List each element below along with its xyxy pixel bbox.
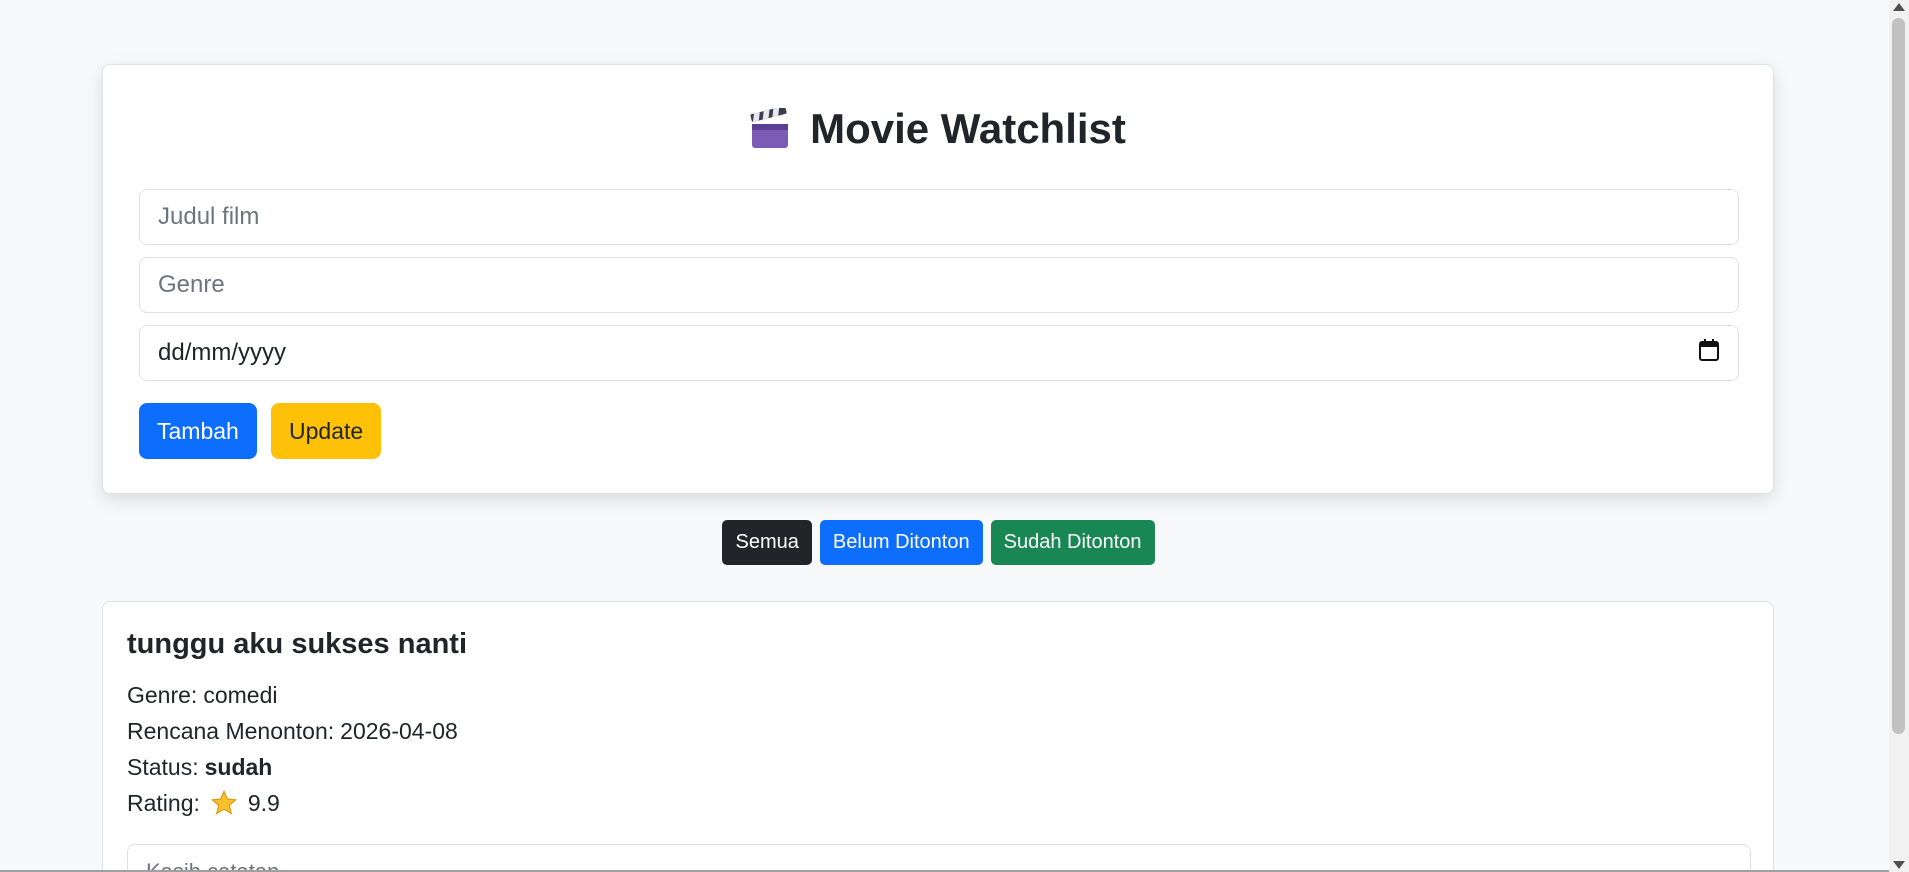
- movie-plan-line: Rencana Menonton: 2026-04-08: [127, 716, 458, 746]
- filter-unwatched-button[interactable]: Belum Ditonton: [819, 520, 983, 565]
- vertical-scrollbar[interactable]: [1889, 0, 1909, 872]
- plan-date-value: 2026-04-08: [340, 718, 458, 744]
- calendar-icon[interactable]: [1698, 338, 1720, 369]
- filter-bar: Semua Belum Ditonton Sudah Ditonton: [0, 520, 1877, 565]
- movie-title-input[interactable]: [139, 189, 1739, 245]
- rating-value: 9.9: [247, 790, 280, 816]
- status-label: Status:: [127, 754, 199, 780]
- star-icon: [210, 789, 238, 817]
- genre-value: comedi: [203, 682, 278, 708]
- page: Movie Watchlist dd/mm/yyyy Tambah Update…: [0, 0, 1909, 872]
- movie-genre-line: Genre: comedi: [127, 680, 277, 710]
- scroll-up-arrow-icon[interactable]: [1893, 3, 1905, 11]
- page-title: Movie Watchlist: [810, 105, 1126, 152]
- plan-label: Rencana Menonton:: [127, 718, 335, 744]
- comment-input[interactable]: [127, 844, 1751, 872]
- genre-label: Genre:: [127, 682, 198, 708]
- rating-label: Rating:: [127, 790, 200, 816]
- status-value: sudah: [204, 754, 273, 780]
- plan-date-input[interactable]: dd/mm/yyyy: [139, 325, 1739, 381]
- add-button[interactable]: Tambah: [139, 403, 257, 459]
- movie-card: tunggu aku sukses nanti Genre: comedi Re…: [102, 601, 1774, 872]
- update-button[interactable]: Update: [271, 403, 382, 459]
- filter-watched-button[interactable]: Sudah Ditonton: [990, 520, 1155, 565]
- filter-all-button[interactable]: Semua: [722, 520, 812, 565]
- scroll-thumb[interactable]: [1892, 18, 1905, 734]
- page-title-row: Movie Watchlist: [103, 101, 1773, 164]
- date-placeholder: dd/mm/yyyy: [158, 339, 287, 366]
- movie-title: tunggu aku sukses nanti: [127, 628, 467, 660]
- watchlist-form-card: Movie Watchlist dd/mm/yyyy Tambah Update: [102, 64, 1774, 494]
- scroll-down-arrow-icon[interactable]: [1893, 861, 1905, 869]
- clapperboard-icon: [750, 106, 790, 150]
- movie-status-line: Status: sudah: [127, 752, 272, 782]
- movie-rating-line: Rating: 9.9: [127, 788, 280, 818]
- genre-input[interactable]: [139, 257, 1739, 313]
